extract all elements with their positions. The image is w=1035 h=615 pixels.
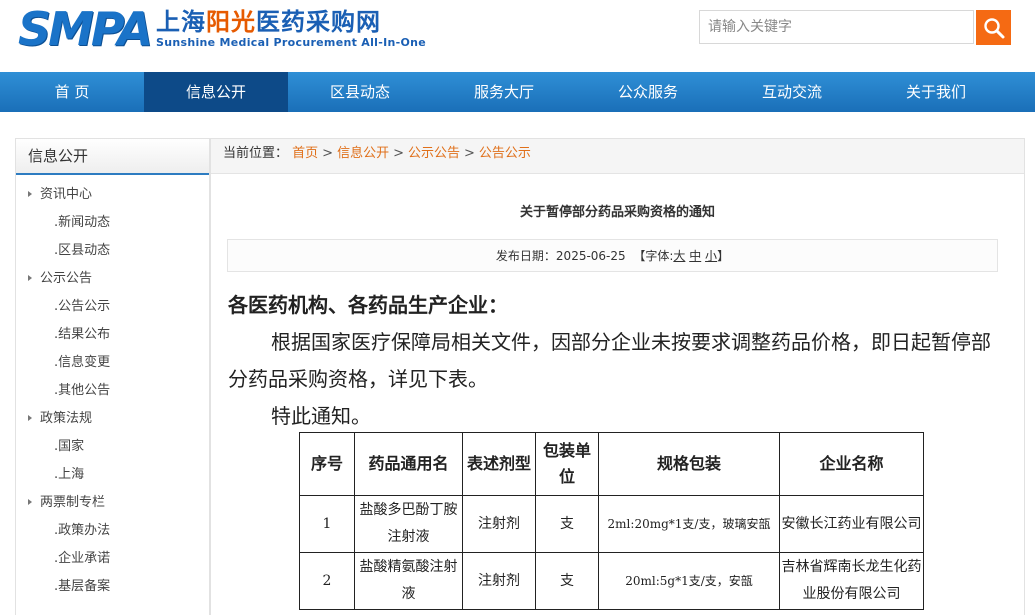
font-size-label: 【字体: <box>633 249 674 263</box>
column-header-package-unit: 包装单位 <box>535 432 599 496</box>
column-header-company: 企业名称 <box>779 432 924 496</box>
sidebar-item-company-pledge[interactable]: .企业承诺 <box>16 545 209 573</box>
sidebar-item-news[interactable]: .新闻动态 <box>16 209 209 237</box>
sidebar-item-info-changes[interactable]: .信息变更 <box>16 349 209 377</box>
article-greeting: 各医药机构、各药品生产企业： <box>228 293 508 317</box>
sidebar-item-label: 公示公告 <box>40 271 93 286</box>
nav-home[interactable]: 首 页 <box>0 72 144 112</box>
sidebar-item-label: 两票制专栏 <box>40 495 106 510</box>
article-meta-bar: 发布日期：2025-06-25 【字体:大 中 小】 <box>227 239 998 272</box>
sidebar-category-announcements[interactable]: 公示公告 <box>16 265 209 293</box>
breadcrumb-info-disclosure[interactable]: 信息公开 <box>337 146 389 161</box>
sidebar-item-results[interactable]: .结果公布 <box>16 321 209 349</box>
logo-smpa-text: SMPA <box>18 2 153 56</box>
table-cell-specification: 20ml:5g*1支/支，安瓿 <box>598 552 780 610</box>
nav-district-news[interactable]: 区县动态 <box>288 72 432 112</box>
sidebar-item-shanghai[interactable]: .上海 <box>16 461 209 489</box>
nav-service-hall[interactable]: 服务大厅 <box>432 72 576 112</box>
sidebar-item-label: 政策法规 <box>40 411 93 426</box>
logo-cn-part2: 阳光 <box>206 7 256 36</box>
table-cell-index: 1 <box>299 495 355 553</box>
search-button[interactable] <box>976 10 1011 45</box>
search-icon <box>983 17 1004 38</box>
article-closing: 特此通知。 <box>271 404 371 428</box>
logo-chinese-name: 上海阳光医药采购网 <box>156 8 426 36</box>
breadcrumb: 当前位置： 首页 > 信息公开 > 公示公告 > 公告公示 <box>211 139 1024 174</box>
breadcrumb-notices[interactable]: 公告公示 <box>479 146 531 161</box>
search-input[interactable] <box>700 11 968 43</box>
table-cell-company: 吉林省辉南长龙生化药业股份有限公司 <box>779 552 924 610</box>
article-body: 各医药机构、各药品生产企业： 根据国家医疗保障局相关文件，因部分企业未按要求调整… <box>228 287 1000 435</box>
nav-public-service[interactable]: 公众服务 <box>576 72 720 112</box>
arrow-right-icon <box>28 274 32 281</box>
table-cell-drug-name: 盐酸精氨酸注射液 <box>354 552 463 610</box>
main-content: 当前位置： 首页 > 信息公开 > 公示公告 > 公告公示 关于暂停部分药品采购资格的通知 … <box>210 138 1025 615</box>
table-cell-package-unit: 支 <box>535 495 599 553</box>
logo-cn-part1: 上海 <box>156 7 206 36</box>
table-cell-specification: 2ml:20mg*1支/支，玻璃安瓿 <box>598 495 780 553</box>
logo-text-block: 上海阳光医药采购网 Sunshine Medical Procurement A… <box>156 8 427 50</box>
table-row: 1 盐酸多巴酚丁胺注射液 注射剂 支 2ml:20mg*1支/支，玻璃安瓿 安徽… <box>299 495 924 553</box>
sidebar-menu: 资讯中心 .新闻动态 .区县动态 公示公告 .公告公示 .结果公布 .信息变更 … <box>16 181 209 601</box>
logo-english-name: Sunshine Medical Procurement All-In-One <box>156 36 427 49</box>
sidebar-item-grassroots-filing[interactable]: .基层备案 <box>16 573 209 601</box>
font-size-medium-link[interactable]: 中 <box>689 249 701 263</box>
sidebar-item-policy-measures[interactable]: .政策办法 <box>16 517 209 545</box>
breadcrumb-separator: > <box>393 146 404 161</box>
sidebar-item-notices[interactable]: .公告公示 <box>16 293 209 321</box>
sidebar-item-other-notices[interactable]: .其他公告 <box>16 377 209 405</box>
site-logo[interactable]: SMPA 上海阳光医药采购网 Sunshine Medical Procurem… <box>18 6 426 54</box>
breadcrumb-separator: > <box>464 146 475 161</box>
table-cell-drug-name: 盐酸多巴酚丁胺注射液 <box>354 495 463 553</box>
sidebar-item-district[interactable]: .区县动态 <box>16 237 209 265</box>
article-paragraph: 根据国家医疗保障局相关文件，因部分企业未按要求调整药品价格，即日起暂停部分药品采… <box>228 330 991 391</box>
breadcrumb-home[interactable]: 首页 <box>292 146 318 161</box>
nav-info-disclosure[interactable]: 信息公开 <box>144 72 288 112</box>
site-header: SMPA 上海阳光医药采购网 Sunshine Medical Procurem… <box>0 0 1035 72</box>
article-title: 关于暂停部分药品采购资格的通知 <box>519 205 715 220</box>
publish-date: 2025-06-25 <box>555 249 626 263</box>
font-size-close: 】 <box>717 249 730 263</box>
nav-interaction[interactable]: 互动交流 <box>720 72 864 112</box>
breadcrumb-announcements[interactable]: 公示公告 <box>408 146 460 161</box>
sidebar-category-news-center[interactable]: 资讯中心 <box>16 181 209 209</box>
sidebar-category-two-invoice[interactable]: 两票制专栏 <box>16 489 209 517</box>
arrow-right-icon <box>28 498 32 505</box>
publish-date-label: 发布日期： <box>495 249 556 263</box>
main-nav: 首 页 信息公开 区县动态 服务大厅 公众服务 互动交流 关于我们 <box>0 72 1035 112</box>
suspended-drugs-table: 序号 药品通用名 表述剂型 包装单位 规格包装 企业名称 1 盐酸多巴酚丁胺注射… <box>299 432 924 610</box>
table-cell-company: 安徽长江药业有限公司 <box>779 495 924 553</box>
breadcrumb-prefix: 当前位置： <box>223 146 289 161</box>
font-size-small-link[interactable]: 小 <box>705 249 717 263</box>
column-header-specification: 规格包装 <box>598 432 780 496</box>
font-size-large-link[interactable]: 大 <box>673 249 685 263</box>
table-cell-package-unit: 支 <box>535 552 599 610</box>
table-cell-dosage-form: 注射剂 <box>462 552 536 610</box>
nav-about-us[interactable]: 关于我们 <box>864 72 1008 112</box>
sidebar-category-policies[interactable]: 政策法规 <box>16 405 209 433</box>
sidebar-item-national[interactable]: .国家 <box>16 433 209 461</box>
column-header-index: 序号 <box>299 432 355 496</box>
table-row: 2 盐酸精氨酸注射液 注射剂 支 20ml:5g*1支/支，安瓿 吉林省辉南长龙… <box>299 552 924 610</box>
table-cell-index: 2 <box>299 552 355 610</box>
logo-cn-part3: 医药采购网 <box>256 7 381 36</box>
sidebar: 信息公开 资讯中心 .新闻动态 .区县动态 公示公告 .公告公示 .结果公布 .… <box>15 138 210 615</box>
table-cell-dosage-form: 注射剂 <box>462 495 536 553</box>
search-box <box>699 10 974 44</box>
arrow-right-icon <box>28 190 32 197</box>
arrow-right-icon <box>28 414 32 421</box>
column-header-drug-name: 药品通用名 <box>354 432 463 496</box>
table-header-row: 序号 药品通用名 表述剂型 包装单位 规格包装 企业名称 <box>299 432 924 496</box>
sidebar-title: 信息公开 <box>16 139 209 175</box>
sidebar-item-label: 资讯中心 <box>40 187 93 202</box>
breadcrumb-separator: > <box>322 146 334 161</box>
column-header-dosage-form: 表述剂型 <box>462 432 536 496</box>
